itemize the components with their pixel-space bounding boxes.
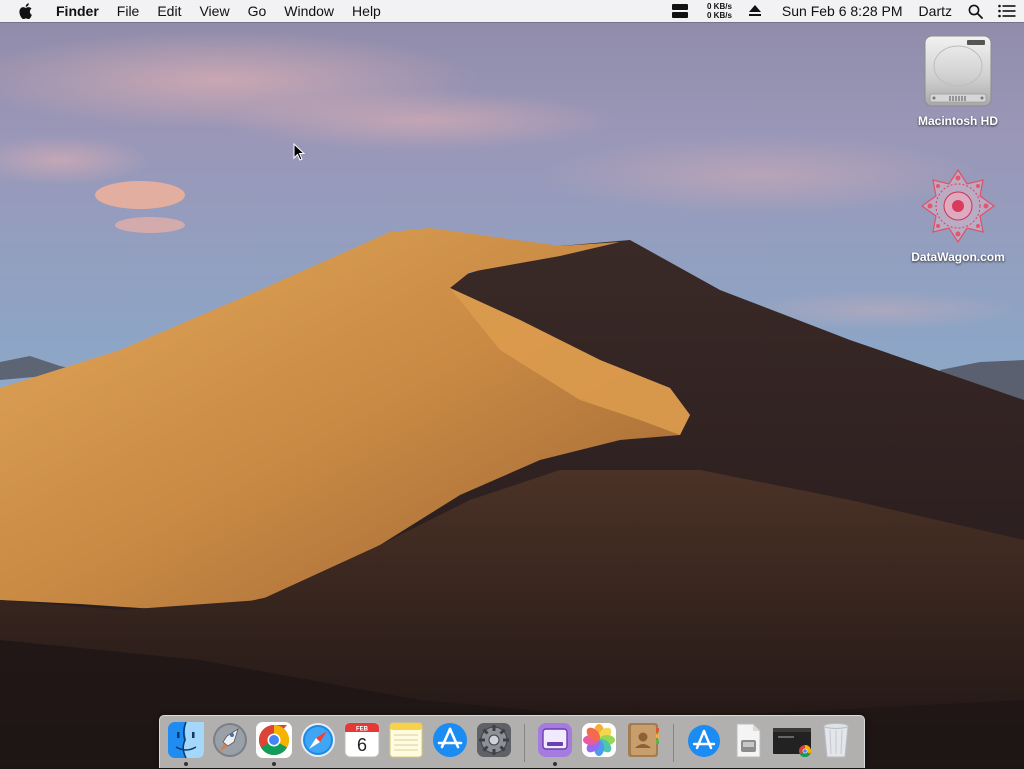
dock-item-photos[interactable] [577,720,621,769]
running-indicator [184,762,188,766]
app-store-downloads-icon [688,725,720,757]
calendar-icon: FEB 6 [344,722,380,758]
calendar-month: FEB [356,727,369,733]
datawagon-icon [918,166,998,246]
hard-drive-icon [918,30,998,110]
menu-bar: Finder File Edit View Go Window Help 0 K… [0,0,1024,22]
dock-item-purple-app[interactable] [533,720,577,769]
dock-item-app-store[interactable] [428,720,472,769]
menu-edit[interactable]: Edit [148,0,190,22]
dock-stack-downloads[interactable] [682,720,726,769]
menu-view[interactable]: View [190,0,238,22]
dock-item-contacts[interactable] [621,720,665,769]
running-indicator [553,762,557,766]
mouse-pointer-icon [293,143,305,161]
dock-item-chrome[interactable] [252,720,296,769]
apple-menu-icon[interactable] [18,3,34,19]
dock-separator [524,724,525,762]
chrome-icon [256,722,292,758]
menu-file[interactable]: File [108,0,149,22]
dock-item-trash[interactable] [814,720,858,769]
spotlight-search-icon[interactable] [960,0,990,22]
eject-icon[interactable] [748,0,762,22]
dock-item-calendar[interactable]: FEB 6 [340,720,384,769]
chrome-window-stack-icon [773,728,812,758]
desktop-wallpaper [0,0,1024,768]
dock-item-notes[interactable] [384,720,428,769]
menu-window[interactable]: Window [275,0,343,22]
dock-item-safari[interactable] [296,720,340,769]
desktop-icon-datawagon[interactable]: DataWagon.com [903,166,1013,264]
app-store-icon [433,723,467,757]
desktop-icon-macintosh-hd[interactable]: Macintosh HD [903,30,1013,128]
menu-go[interactable]: Go [239,0,276,22]
calendar-day: 6 [357,735,367,755]
dock: FEB 6 [159,715,865,768]
dock-separator [673,724,674,762]
network-upload-rate: 0 KB/s [707,2,732,11]
network-monitor[interactable]: 0 KB/s 0 KB/s [707,2,732,20]
notification-center-icon[interactable] [990,0,1024,22]
notes-icon [389,722,423,758]
app-menu-finder[interactable]: Finder [54,0,108,22]
running-indicator [272,762,276,766]
display-status-icon[interactable] [671,0,689,22]
menu-help[interactable]: Help [343,0,390,22]
menubar-clock[interactable]: Sun Feb 6 8:28 PM [770,3,911,19]
network-download-rate: 0 KB/s [707,11,732,20]
desktop-icon-label: DataWagon.com [911,250,1005,264]
finder-icon [168,721,204,759]
dock-item-finder[interactable] [164,720,208,769]
trash-icon [823,723,849,758]
dock-item-system-preferences[interactable] [472,720,516,769]
safari-icon [301,723,335,757]
dock-stack-documents[interactable] [726,720,770,769]
launchpad-icon [213,723,247,757]
photos-icon [582,723,616,757]
desktop-icon-label: Macintosh HD [917,114,998,128]
user-menu[interactable]: Dartz [911,3,960,19]
document-stack-icon [736,723,761,758]
contacts-icon [628,723,659,757]
purple-app-icon [538,723,572,757]
dock-item-launchpad[interactable] [208,720,252,769]
dock-stack-chrome-window[interactable] [770,720,814,769]
system-preferences-icon [477,723,511,757]
